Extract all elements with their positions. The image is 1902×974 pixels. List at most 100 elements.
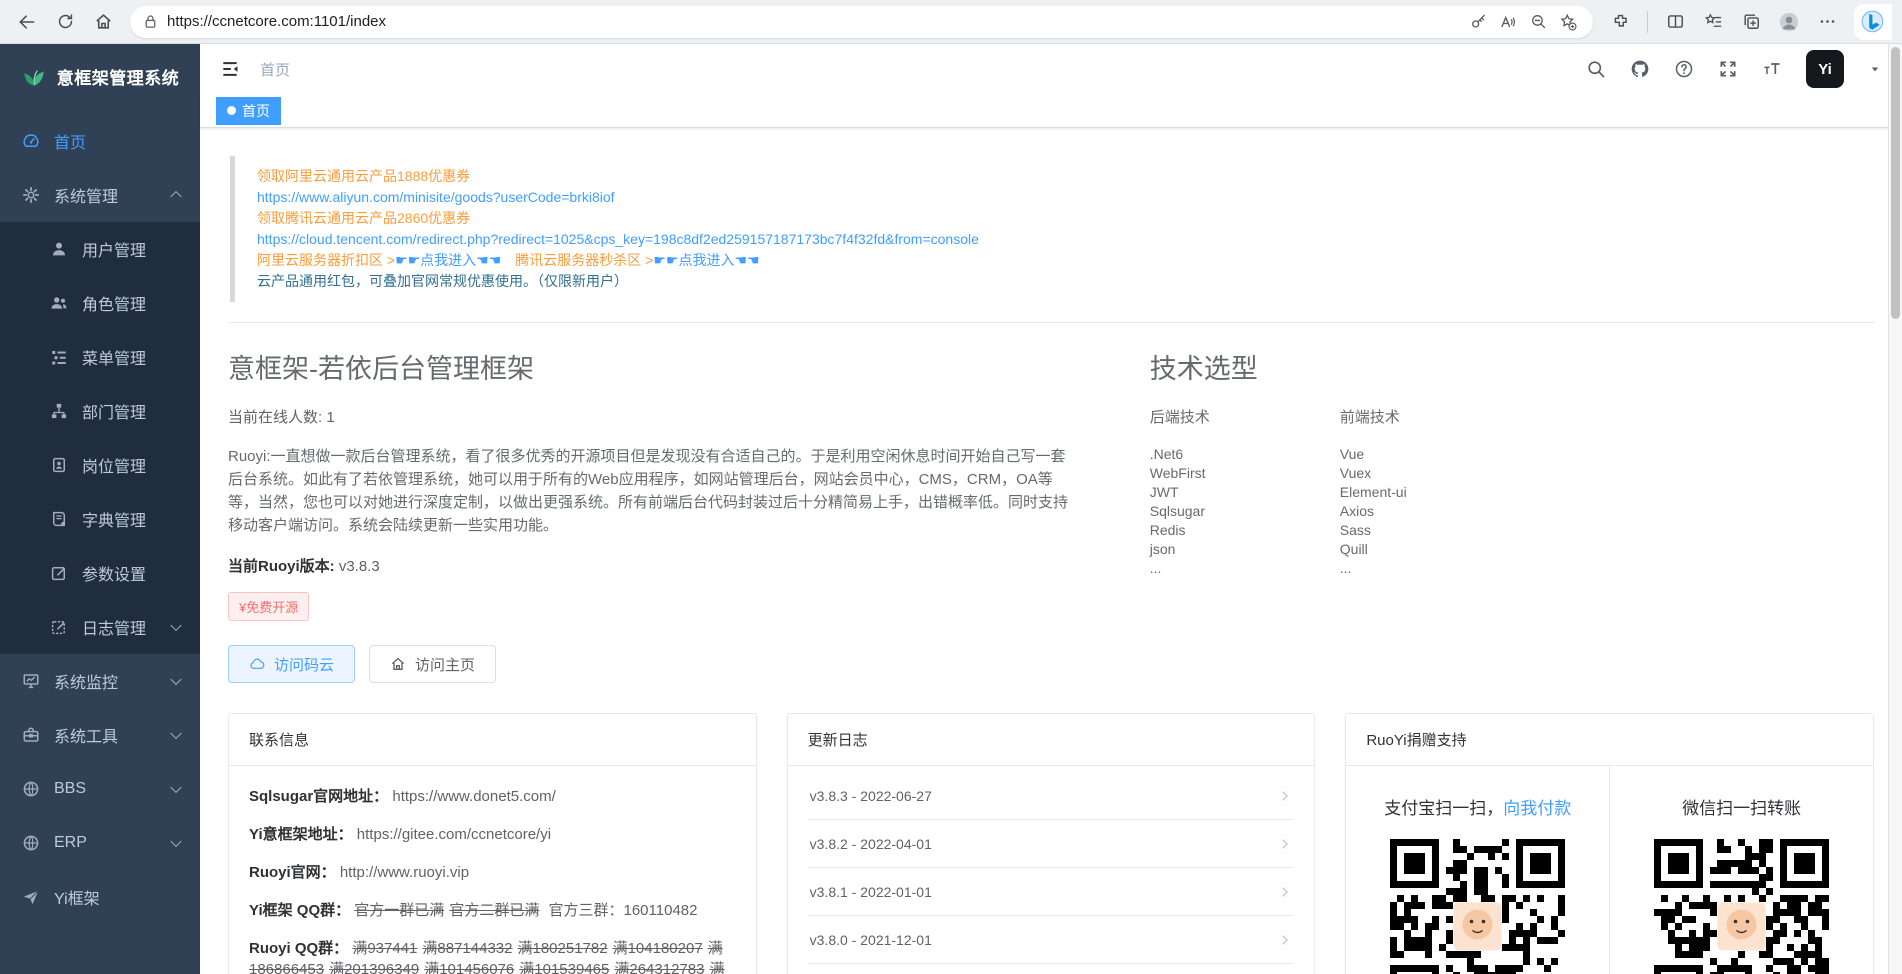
help-icon[interactable] [1674,59,1694,79]
sidebar-item-yi[interactable]: Yi框架 [0,870,200,924]
sidebar-item-users[interactable]: 用户管理 [0,222,200,276]
menu-label: 首页 [54,129,86,153]
navbar-actions: Yi [1586,50,1882,88]
ruoyi-qq-row: Ruoyi QQ群： 满937441满887144332满180251782满1… [249,938,736,974]
user-avatar[interactable]: Yi [1806,50,1844,88]
tech-item: json [1150,540,1210,559]
caret-down-icon[interactable] [1868,62,1882,76]
browser-back-button[interactable] [10,5,44,39]
notice-line: 阿里云服务器折扣区 >☛☛点我进入☚☚ 腾讯云服务器秒杀区 >☛☛点我进入☚☚ [257,250,1872,271]
top-navbar: 首页 Yi [200,44,1902,94]
monitor-icon [22,672,40,690]
changelog-card-title: 更新日志 [788,714,1315,766]
plane-icon [22,888,40,906]
struck-qq-group: 满101456076 [424,961,514,974]
sidebar-item-depts[interactable]: 部门管理 [0,384,200,438]
add-favorite-icon[interactable] [1553,8,1583,36]
book-icon [50,510,68,528]
edit-icon [50,564,68,582]
tech-panel: 技术选型 后端技术 .Net6WebFirstJWTSqlsugarRedisj… [1150,331,1874,683]
tags-view-bar: 首页 [200,94,1902,128]
sidebar-item-erp[interactable]: ERP [0,816,200,870]
visit-homepage-label: 访问主页 [415,654,475,675]
tech-item: ... [1150,559,1210,578]
visit-homepage-button[interactable]: 访问主页 [369,645,496,683]
collections-icon[interactable] [1734,5,1768,39]
struck-qq-group: 满180251782 [518,940,608,957]
struck-qq-group: 满937441 [352,940,417,957]
sidebar-item-roles[interactable]: 角色管理 [0,276,200,330]
free-open-source-badge: ¥免费开源 [228,592,309,621]
tag-home[interactable]: 首页 [216,97,281,125]
changelog-item[interactable]: v3.8.3 - 2022-06-27 [808,772,1295,820]
page-scrollbar[interactable] [1888,44,1902,974]
sidebar-item-monitor[interactable]: 系统监控 [0,654,200,708]
user-icon [50,240,68,258]
menu-label: 岗位管理 [82,453,146,477]
intro-left: 意框架-若依后台管理框架 当前在线人数: 1 Ruoyi:一直想做一款后台管理系… [228,331,1150,683]
extensions-icon[interactable] [1603,5,1637,39]
version-value: v3.8.3 [339,558,380,575]
url-text[interactable]: https://ccnetcore.com:1101/index [167,13,1463,30]
address-bar[interactable]: https://ccnetcore.com:1101/index [130,6,1593,38]
donate-card-body: 支付宝扫一扫，向我付款 微信扫一扫转账 [1346,766,1873,974]
aliyun-link[interactable]: https://www.aliyun.com/minisite/goods?us… [257,187,1872,208]
favorites-icon[interactable] [1696,5,1730,39]
github-icon[interactable] [1630,59,1650,79]
changelog-label: v3.8.0 - 2021-12-01 [810,932,932,948]
cloud-icon [249,656,265,672]
password-key-icon[interactable] [1463,8,1493,36]
changelog-item[interactable]: v3.7.0 - 2021-09-13 [808,964,1295,974]
donate-card-title: RuoYi捐赠支持 [1346,714,1873,766]
notice-text: 阿里云服务器折扣区 > [257,252,395,268]
sidebar-item-home[interactable]: 首页 [0,114,200,168]
changelog-item[interactable]: v3.8.0 - 2021-12-01 [808,916,1295,964]
sidebar-item-dict[interactable]: 字典管理 [0,492,200,546]
browser-home-button[interactable] [86,5,120,39]
breadcrumb: 首页 [260,59,290,80]
browser-refresh-button[interactable] [48,5,82,39]
copilot-bing-icon[interactable] [1854,4,1892,40]
visit-gitee-button[interactable]: 访问码云 [228,645,355,683]
changelog-card: 更新日志 v3.8.3 - 2022-06-27 v3.8.2 - 2022-0… [787,713,1316,974]
tencent-link[interactable]: https://cloud.tencent.com/redirect.php?r… [257,229,1872,250]
home-icon [390,656,406,672]
globe-icon [22,780,40,798]
search-icon[interactable] [1586,59,1606,79]
tencent-enter-link[interactable]: ☛☛点我进入☚☚ [653,252,759,268]
version-line: 当前Ruoyi版本: v3.8.3 [228,555,1100,576]
zoom-out-icon[interactable] [1523,8,1553,36]
profile-avatar[interactable] [1772,5,1806,39]
lock-icon[interactable] [142,13,159,30]
browser-menu-icon[interactable] [1810,5,1844,39]
chevron-right-icon [1278,789,1292,803]
sidebar-item-tools[interactable]: 系统工具 [0,708,200,762]
notice-line: 领取腾讯云通用云产品2860优惠券 [257,208,1872,229]
struck-groups: 官方一群已满官方二群已满 [354,902,544,919]
menu-label: 系统管理 [54,183,118,207]
sidebar-item-bbs[interactable]: BBS [0,762,200,816]
aliyun-enter-link[interactable]: ☛☛点我进入☚☚ [395,252,501,268]
app-logo[interactable]: 意框架管理系统 [0,44,200,108]
sidebar-item-menus[interactable]: 菜单管理 [0,330,200,384]
changelog-item[interactable]: v3.8.1 - 2022-01-01 [808,868,1295,916]
sidebar-item-posts[interactable]: 岗位管理 [0,438,200,492]
project-description: Ruoyi:一直想做一款后台管理系统，看了很多优秀的开源项目但是发现没有合适自己… [228,445,1068,537]
alipay-pay-link[interactable]: 向我付款 [1503,799,1571,818]
font-size-icon[interactable] [1762,59,1782,79]
sidebar-fold-icon[interactable] [220,59,240,79]
app-title: 意框架管理系统 [57,64,180,89]
struck-qq-group: 满201396349 [329,961,419,974]
sidebar-item-system[interactable]: 系统管理 [0,168,200,222]
gear-icon [22,186,40,204]
fullscreen-icon[interactable] [1718,59,1738,79]
scrollbar-thumb[interactable] [1891,47,1900,319]
chevron-right-icon [1278,933,1292,947]
sidebar-item-logs[interactable]: 日志管理 [0,600,200,654]
notice-block: 领取阿里云通用云产品1888优惠券 https://www.aliyun.com… [230,156,1872,302]
dashboard-icon [22,132,40,150]
read-aloud-icon[interactable] [1493,8,1523,36]
changelog-item[interactable]: v3.8.2 - 2022-04-01 [808,820,1295,868]
split-screen-icon[interactable] [1658,5,1692,39]
sidebar-item-params[interactable]: 参数设置 [0,546,200,600]
